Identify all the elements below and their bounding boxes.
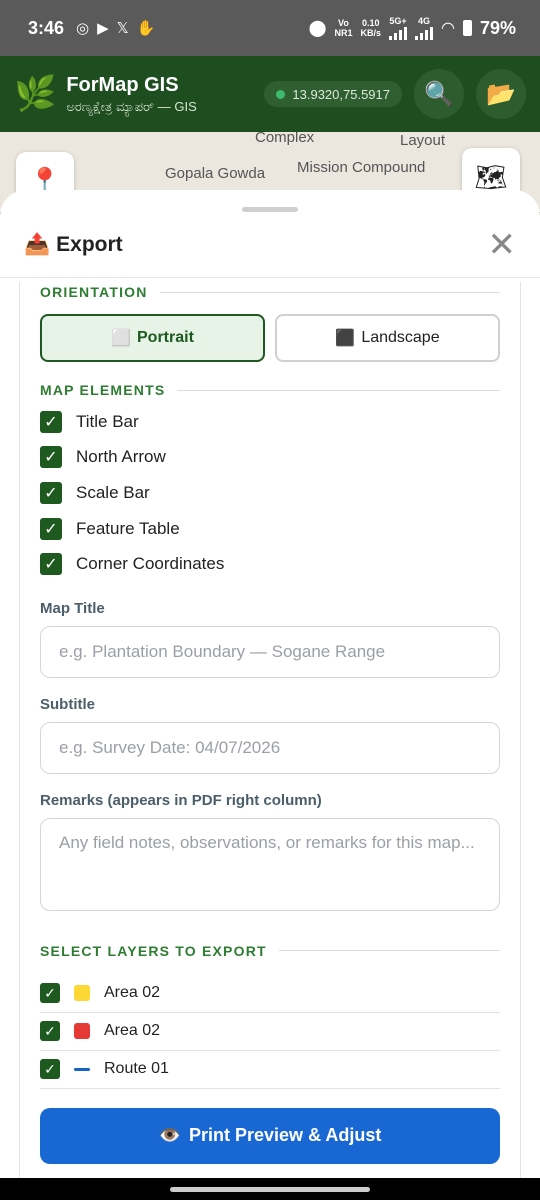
element-feature-table[interactable]: ✓ Feature Table [40,511,500,547]
eye-icon: 👁️ [158,1125,182,1146]
youtube-icon: ▶ [97,20,109,37]
map-title-input[interactable]: e.g. Plantation Boundary — Sogane Range [40,625,500,678]
element-corner-coordinates[interactable]: ✓ Corner Coordinates [40,546,500,582]
remarks-label: Remarks (appears in PDF right column) [40,791,322,809]
network-label: Vo NR1 [334,18,353,38]
black-square-icon: ⬛ [335,330,356,347]
coordinates-text: 13.9320,75.5917 [292,86,390,102]
gps-status-dot [276,89,286,99]
close-icon: ✕ [487,225,517,264]
sheet-title: 📤 Export [24,232,123,256]
layer-item[interactable]: ✓ Area 02 [40,975,500,1013]
print-preview-button[interactable]: 👁️ Print Preview & Adjust [40,1107,500,1164]
layer-list: ✓ Area 02 ✓ Area 02 ✓ Route 01 [40,975,500,1089]
element-title-bar[interactable]: ✓ Title Bar [40,404,500,440]
layer-line-swatch [74,1067,90,1071]
remarks-textarea[interactable]: Any field notes, observations, or remark… [40,817,500,911]
signal-5g: 5G+ [389,16,407,40]
system-nav-bar [0,1178,540,1200]
instagram-icon: ◎ [76,20,90,37]
location-icon: ⬤ [308,20,327,37]
data-speed: 0.10 KB/s [360,18,381,38]
battery-icon [462,20,472,36]
checkbox-checked-icon[interactable]: ✓ [40,446,62,469]
map-label: Mission Compound [297,159,426,176]
close-button[interactable]: ✕ [488,228,517,262]
map-title-label: Map Title [40,599,105,617]
element-scale-bar[interactable]: ✓ Scale Bar [40,475,500,511]
orientation-heading: ORIENTATION [40,282,500,302]
layer-color-swatch [74,985,90,1002]
signal-bars-icon [389,26,407,40]
search-icon: 🔍 [424,80,454,108]
notification-icon: ✋ [136,20,156,37]
export-sheet: 📤 Export ✕ ORIENTATION ⬜ Portrait ⬛ Land… [0,190,540,1180]
map-label: Complex [255,132,315,146]
checkbox-checked-icon[interactable]: ✓ [40,517,62,540]
layer-color-swatch [74,1023,90,1040]
layer-item[interactable]: ✓ Route 01 [40,1051,500,1089]
subtitle-input[interactable]: e.g. Survey Date: 04/07/2026 [40,721,500,774]
coordinates-badge: 13.9320,75.5917 [264,81,402,107]
checkbox-checked-icon[interactable]: ✓ [40,1021,60,1042]
status-time: 3:46 [28,17,65,38]
map-elements-heading: MAP ELEMENTS [40,380,500,400]
home-gesture-pill[interactable] [170,1187,370,1192]
map-icon: 🗺 [474,161,508,192]
map-label: Gopala Gowda [165,165,266,182]
portrait-button[interactable]: ⬜ Portrait [40,314,265,362]
x-icon: 𝕏 [116,20,129,37]
checkbox-checked-icon[interactable]: ✓ [40,1059,60,1080]
app-header: 🌿 ForMap GIS ಅರಣ್ಯಕ್ಷೇತ್ರ ಮ್ಯಾಪರ್ — GIS … [0,56,540,132]
checkbox-checked-icon[interactable]: ✓ [40,481,62,504]
orientation-toggle: ⬜ Portrait ⬛ Landscape [40,314,500,362]
signal-bars-icon [415,26,433,40]
app-subtitle: ಅರಣ್ಯಕ್ಷೇತ್ರ ಮ್ಯಾಪರ್ — GIS [66,98,197,114]
white-square-icon: ⬜ [111,330,131,347]
search-button[interactable]: 🔍 [414,69,464,119]
status-bar: 3:46 ◎ ▶ 𝕏 ✋ ⬤ Vo NR1 0.10 KB/s 5G+ 4G ◠ 7… [0,0,540,56]
checkbox-checked-icon[interactable]: ✓ [40,553,62,576]
battery-percent: 79% [479,17,516,38]
export-form: ORIENTATION ⬜ Portrait ⬛ Landscape MAP E… [19,282,521,1180]
checkbox-checked-icon[interactable]: ✓ [40,983,60,1004]
open-folder-button[interactable]: 📂 [476,69,526,119]
leaf-logo-icon: 🌿 [14,75,57,113]
landscape-button[interactable]: ⬛ Landscape [275,314,500,362]
map-label: Layout [400,132,446,149]
outbox-tray-icon: 📤 [24,232,51,256]
folder-icon: 📂 [486,80,516,108]
sheet-header: 📤 Export ✕ [0,212,540,278]
element-north-arrow[interactable]: ✓ North Arrow [40,440,500,476]
map-elements-list: ✓ Title Bar ✓ North Arrow ✓ Scale Bar ✓ … [40,404,500,582]
subtitle-label: Subtitle [40,695,95,713]
app-title: ForMap GIS [66,73,179,96]
checkbox-checked-icon[interactable]: ✓ [40,410,62,433]
brand: ForMap GIS ಅರಣ್ಯಕ್ಷೇತ್ರ ಮ್ಯಾಪರ್ — GIS [66,74,196,115]
wifi-icon: ◠ [441,20,455,37]
layer-item[interactable]: ✓ Area 02 [40,1013,500,1051]
signal-4g: 4G [415,16,433,40]
layers-heading: SELECT LAYERS TO EXPORT [40,941,500,961]
